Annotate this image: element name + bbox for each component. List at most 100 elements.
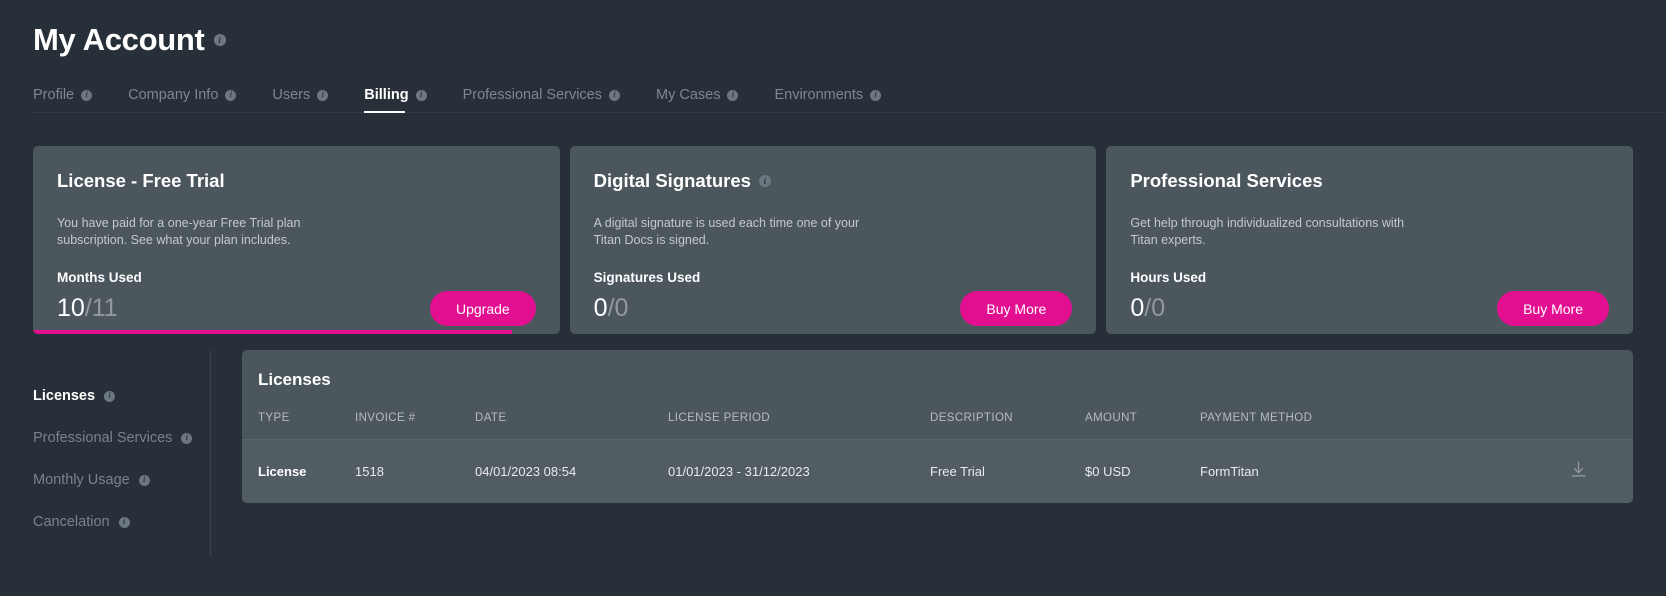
table-head: TYPE INVOICE # DATE LICENSE PERIOD DESCR… [242, 412, 1633, 440]
card-footer: 0/0 Buy More [594, 291, 1073, 326]
column-header-payment-method: PAYMENT METHOD [1200, 412, 1523, 440]
cell-payment-method: FormTitan [1200, 439, 1523, 503]
buy-more-signatures-button[interactable]: Buy More [960, 291, 1073, 326]
table-row[interactable]: License 1518 04/01/2023 08:54 01/01/2023… [242, 439, 1633, 503]
card-description: A digital signature is used each time on… [593, 216, 860, 247]
column-header-license-period: LICENSE PERIOD [668, 412, 930, 440]
page-header: My Account i Profile i Company Info i Us… [0, 0, 1666, 113]
cell-license-period: 01/01/2023 - 31/12/2023 [668, 439, 930, 503]
cell-type: License [242, 439, 355, 503]
card-metric-value: 10/11 [57, 294, 118, 323]
tab-environments[interactable]: Environments i [774, 87, 882, 112]
info-icon[interactable]: i [213, 34, 226, 46]
card-header: Professional Services [1130, 170, 1609, 192]
metric-total: /11 [84, 294, 118, 322]
card-metric-label: Signatures Used [593, 270, 701, 285]
panel-title: Licenses [258, 370, 331, 389]
card-description: You have paid for a one-year Free Trial … [57, 216, 301, 247]
buy-more-hours-button[interactable]: Buy More [1497, 291, 1610, 326]
page-title: My Account [33, 22, 205, 57]
cell-invoice: 1518 [355, 439, 475, 503]
cell-download [1523, 439, 1633, 503]
sidebar-item-cancelation[interactable]: Cancelation i [33, 514, 210, 530]
column-header-date: DATE [475, 412, 668, 440]
usage-cards: License - Free Trial You have paid for a… [33, 146, 1634, 334]
tab-label: Users [272, 87, 311, 103]
tab-professional-services[interactable]: Professional Services i [463, 87, 620, 112]
card-footer: 0/0 Buy More [1130, 291, 1610, 326]
licenses-panel: Licenses TYPE INVOICE # DATE LICENSE PER… [242, 350, 1633, 503]
sidebar-item-monthly-usage[interactable]: Monthly Usage i [33, 472, 210, 488]
metric-used: 0 [593, 294, 608, 322]
table-body: License 1518 04/01/2023 08:54 01/01/2023… [242, 439, 1633, 503]
sidebar-item-label: Licenses [33, 388, 96, 404]
column-header-download [1523, 412, 1633, 440]
tab-label: Professional Services [462, 87, 602, 103]
info-icon[interactable]: i [225, 89, 237, 101]
tab-label: Billing [364, 87, 409, 103]
metric-used: 10 [57, 294, 85, 322]
sidebar-item-label: Professional Services [33, 430, 173, 446]
card-footer: 10/11 Upgrade [57, 291, 536, 326]
info-icon[interactable]: i [317, 89, 329, 101]
card-digital-signatures: Digital Signatures i A digital signature… [569, 146, 1097, 334]
metric-used: 0 [1130, 294, 1145, 322]
sidebar-item-label: Cancelation [33, 514, 110, 530]
info-icon[interactable]: i [138, 474, 150, 486]
tab-label: Profile [33, 87, 75, 103]
sidebar-item-professional-services[interactable]: Professional Services i [33, 430, 210, 446]
progress-bar-track [570, 330, 1097, 334]
progress-bar-track [33, 330, 560, 334]
tab-company-info[interactable]: Company Info i [128, 87, 237, 112]
info-icon[interactable]: i [609, 89, 620, 101]
tab-label: Company Info [128, 87, 219, 103]
billing-body: Licenses i Professional Services i Month… [0, 350, 1666, 556]
tab-billing[interactable]: Billing i [364, 87, 427, 113]
card-metric-value: 0/0 [1130, 294, 1165, 323]
tab-users[interactable]: Users i [272, 87, 329, 112]
metric-total: /0 [1144, 294, 1166, 322]
cell-description: Free Trial [930, 439, 1085, 503]
info-icon[interactable]: i [758, 175, 771, 187]
table-header-row: TYPE INVOICE # DATE LICENSE PERIOD DESCR… [242, 412, 1633, 440]
card-license-free-trial: License - Free Trial You have paid for a… [33, 146, 560, 334]
upgrade-button[interactable]: Upgrade [429, 291, 536, 326]
card-professional-services: Professional Services Get help through i… [1106, 146, 1634, 334]
card-header: Digital Signatures i [594, 170, 1073, 192]
billing-sidebar: Licenses i Professional Services i Month… [0, 350, 211, 556]
tab-my-cases[interactable]: My Cases i [656, 87, 739, 112]
card-metric-value: 0/0 [594, 294, 629, 323]
card-title: License - Free Trial [57, 170, 225, 191]
sidebar-item-licenses[interactable]: Licenses i [33, 388, 210, 404]
progress-bar-fill [33, 330, 513, 334]
billing-page: My Account i Profile i Company Info i Us… [0, 0, 1666, 596]
licenses-table: TYPE INVOICE # DATE LICENSE PERIOD DESCR… [242, 412, 1633, 503]
card-description: Get help through individualized consulta… [1130, 216, 1405, 247]
tab-label: Environments [774, 87, 864, 103]
info-icon[interactable]: i [415, 89, 427, 101]
sidebar-item-label: Monthly Usage [33, 472, 130, 488]
cell-date: 04/01/2023 08:54 [475, 439, 668, 503]
card-metric-label: Months Used [57, 270, 142, 285]
card-title: Professional Services [1130, 170, 1323, 191]
info-icon[interactable]: i [104, 390, 116, 402]
tab-profile[interactable]: Profile i [33, 87, 93, 112]
licenses-panel-wrapper: Licenses TYPE INVOICE # DATE LICENSE PER… [211, 350, 1666, 556]
tab-bar: Profile i Company Info i Users i Billing… [33, 80, 1666, 113]
column-header-description: DESCRIPTION [930, 412, 1085, 440]
card-header: License - Free Trial [57, 170, 536, 192]
progress-bar-track [1106, 330, 1633, 334]
column-header-type: TYPE [242, 412, 355, 440]
page-title-row: My Account i [33, 22, 1666, 58]
info-icon[interactable]: i [870, 89, 882, 101]
metric-total: /0 [607, 294, 629, 322]
info-icon[interactable]: i [727, 89, 739, 101]
tab-label: My Cases [656, 87, 721, 103]
card-metric-label: Hours Used [1130, 270, 1207, 285]
info-icon[interactable]: i [81, 89, 93, 101]
info-icon[interactable]: i [181, 432, 193, 444]
info-icon[interactable]: i [118, 516, 130, 528]
column-header-invoice: INVOICE # [355, 412, 475, 440]
download-icon[interactable] [1569, 460, 1588, 482]
cell-amount: $0 USD [1085, 439, 1200, 503]
